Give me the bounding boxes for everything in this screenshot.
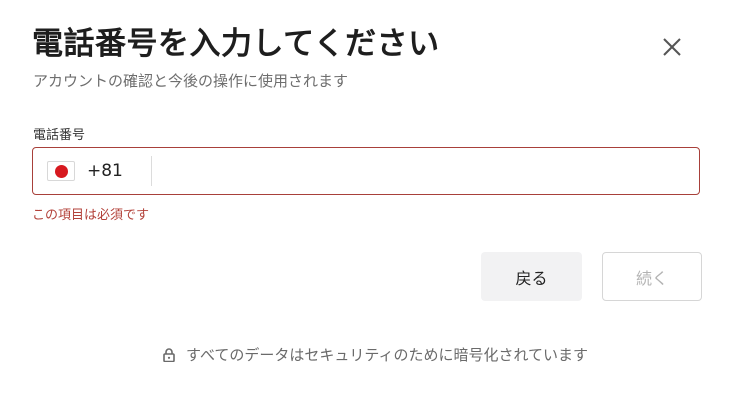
close-button[interactable] (656, 31, 688, 63)
continue-button[interactable]: 続く (602, 252, 702, 301)
dialog-title: 電話番号を入力してください (32, 26, 440, 62)
phone-field-label: 電話番号 (33, 128, 86, 143)
back-button[interactable]: 戻る (481, 252, 582, 301)
phone-field: +81 (32, 147, 700, 195)
close-icon (663, 38, 681, 56)
dialog-subtitle: アカウントの確認と今後の操作に使用されます (33, 72, 349, 90)
phone-error-message: この項目は必須です (32, 208, 150, 223)
phone-number-input[interactable] (151, 147, 699, 195)
security-text: すべてのデータはセキュリティのために暗号化されています (186, 346, 589, 364)
phone-number-dialog: 電話番号を入力してください アカウントの確認と今後の操作に使用されます 電話番号… (0, 0, 731, 393)
security-note: すべてのデータはセキュリティのために暗号化されています (162, 344, 588, 365)
japan-flag-icon (47, 161, 75, 181)
dial-code: +81 (87, 161, 123, 181)
lock-icon (162, 347, 176, 363)
country-code-select[interactable]: +81 (33, 156, 152, 186)
